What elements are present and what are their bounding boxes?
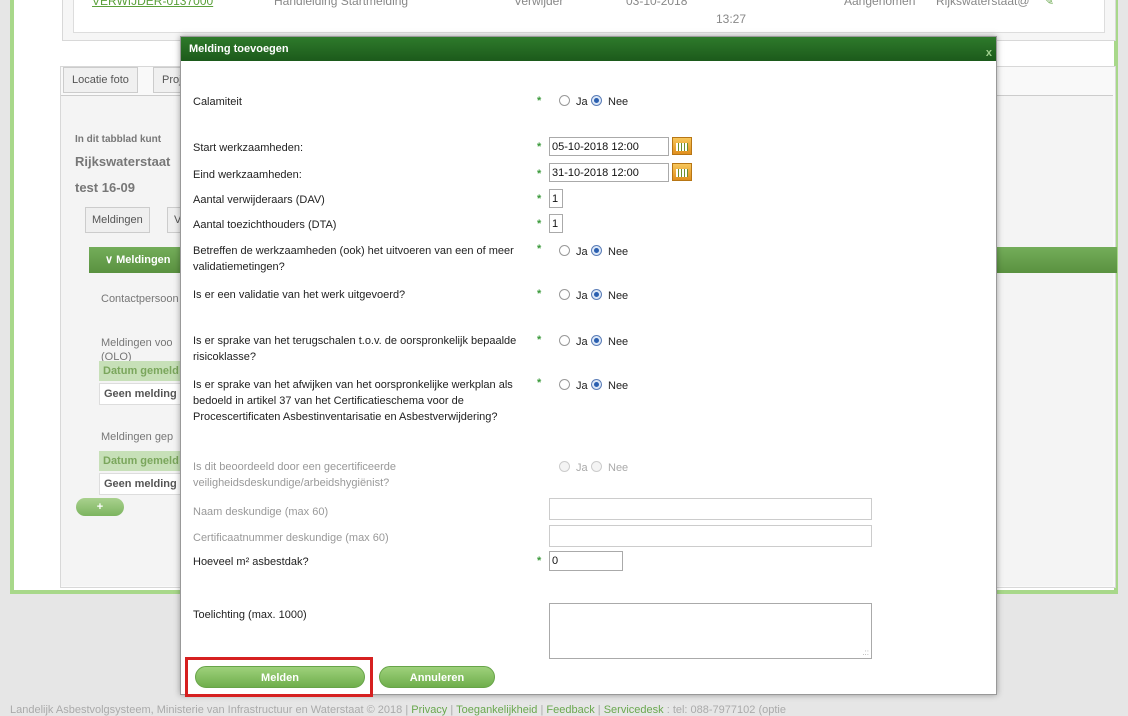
- meldingen-gep-label: Meldingen gep: [101, 431, 174, 443]
- afwijken-ja-label: Ja: [576, 380, 588, 392]
- validatie-nee-label: Nee: [608, 290, 629, 302]
- notification-description: Handleiding Startmelding: [274, 0, 409, 8]
- dialog-title[interactable]: Melding toevoegen x: [181, 37, 996, 61]
- required-marker: *: [537, 288, 542, 300]
- project-name: test 16-09: [75, 180, 135, 195]
- beoordeeld-label: Is dit beoordeeld door een gecertificeer…: [193, 461, 397, 489]
- required-marker: *: [537, 243, 542, 255]
- required-marker: *: [537, 218, 542, 230]
- tab-locatie-foto[interactable]: Locatie foto: [63, 67, 138, 93]
- naam-deskundige-label: Naam deskundige (max 60): [193, 506, 329, 518]
- footer-link-toegankelijkheid[interactable]: Toegankelijkheid: [456, 704, 537, 716]
- beoordeeld-ja-radio[interactable]: [559, 461, 570, 472]
- footer-tail: : tel: 088-7977102 (optie: [666, 704, 786, 716]
- melden-button[interactable]: Melden: [195, 666, 365, 688]
- notification-organisation: Rijkswaterstaat@: [936, 0, 1030, 8]
- certificaat-deskundige-input[interactable]: [549, 525, 872, 547]
- calamiteit-ja-radio[interactable]: [559, 95, 570, 106]
- terugschalen-nee-radio[interactable]: [591, 335, 602, 346]
- start-date-input[interactable]: [549, 137, 669, 156]
- validatie-nee-radio[interactable]: [591, 289, 602, 300]
- toelichting-textarea[interactable]: .::: [549, 603, 872, 659]
- terugschalen-ja-radio[interactable]: [559, 335, 570, 346]
- notification-status: Aangenomen: [844, 0, 916, 8]
- dta-label: Aantal toezichthouders (DTA): [193, 219, 337, 231]
- notification-time: 13:27: [716, 12, 747, 26]
- calendar-icon[interactable]: [672, 163, 692, 181]
- asbestdak-label: Hoeveel m² asbestdak?: [193, 556, 309, 568]
- beoordeeld-nee-radio[interactable]: [591, 461, 602, 472]
- chevron-down-icon: ∨: [105, 254, 117, 266]
- terugschalen-label: Is er sprake van het terugschalen t.o.v.…: [193, 335, 517, 363]
- validatiemetingen-label: Betreffen de werkzaamheden (ook) het uit…: [193, 245, 514, 273]
- dialog-title-text: Melding toevoegen: [189, 43, 289, 55]
- required-marker: *: [537, 377, 542, 389]
- validatie-label: Is er een validatie van het werk uitgevo…: [193, 289, 406, 301]
- subtab-meldingen[interactable]: Meldingen: [85, 207, 150, 233]
- footer-link-servicedesk[interactable]: Servicedesk: [604, 704, 664, 716]
- meldingen-voor-label: Meldingen voo: [101, 337, 173, 349]
- validatiemetingen-ja-label: Ja: [576, 246, 588, 258]
- asbestdak-input[interactable]: [549, 551, 623, 571]
- close-icon[interactable]: x: [986, 41, 992, 65]
- notification-date: 03-10-2018: [626, 0, 688, 8]
- eind-label: Eind werkzaamheden:: [193, 169, 302, 181]
- required-marker: *: [537, 193, 542, 205]
- terugschalen-ja-label: Ja: [576, 336, 588, 348]
- calamiteit-label: Calamiteit: [193, 96, 242, 108]
- footer-text: Landelijk Asbestvolgsysteem, Ministerie …: [10, 704, 412, 716]
- resize-handle-icon[interactable]: .::: [862, 648, 869, 657]
- required-marker: *: [537, 168, 542, 180]
- notification-link[interactable]: VERWIJDER-0137000: [92, 0, 213, 8]
- toelichting-label: Toelichting (max. 1000): [193, 609, 307, 621]
- required-marker: *: [537, 555, 542, 567]
- notification-type: Verwijder: [514, 0, 564, 8]
- end-date-input[interactable]: [549, 163, 669, 182]
- certificaat-deskundige-label: Certificaatnummer deskundige (max 60): [193, 532, 389, 544]
- melding-toevoegen-dialog: Melding toevoegen x Calamiteit * Ja Nee …: [180, 36, 997, 697]
- footer: Landelijk Asbestvolgsysteem, Ministerie …: [10, 704, 786, 716]
- add-button[interactable]: +: [76, 498, 124, 516]
- afwijken-nee-label: Nee: [608, 380, 629, 392]
- annuleren-button[interactable]: Annuleren: [379, 666, 495, 688]
- afwijken-nee-radio[interactable]: [591, 379, 602, 390]
- afwijken-label: Is er sprake van het afwijken van het oo…: [193, 379, 513, 423]
- footer-link-feedback[interactable]: Feedback: [546, 704, 594, 716]
- section-title: Meldingen: [116, 254, 171, 266]
- afwijken-ja-radio[interactable]: [559, 379, 570, 390]
- required-marker: *: [537, 95, 542, 107]
- edit-icon[interactable]: ✎: [1044, 0, 1054, 8]
- notifications-table: VERWIJDER-0137000 Handleiding Startmeldi…: [62, 0, 1116, 41]
- validatiemetingen-ja-radio[interactable]: [559, 245, 570, 256]
- calamiteit-nee-radio[interactable]: [591, 95, 602, 106]
- org-name: Rijkswaterstaat: [75, 154, 171, 169]
- required-marker: *: [537, 141, 542, 153]
- validatiemetingen-nee-label: Nee: [608, 246, 629, 258]
- naam-deskundige-input[interactable]: [549, 498, 872, 520]
- start-label: Start werkzaamheden:: [193, 142, 304, 154]
- calamiteit-nee-label: Nee: [608, 96, 629, 108]
- dav-input[interactable]: [549, 189, 563, 208]
- info-text: In dit tabblad kunt: [75, 134, 162, 145]
- calamiteit-ja-label: Ja: [576, 96, 588, 108]
- validatiemetingen-nee-radio[interactable]: [591, 245, 602, 256]
- beoordeeld-ja-label: Ja: [576, 462, 588, 474]
- table-row: VERWIJDER-0137000 Handleiding Startmeldi…: [73, 0, 1105, 33]
- footer-link-privacy[interactable]: Privacy: [411, 704, 447, 716]
- terugschalen-nee-label: Nee: [608, 336, 629, 348]
- contact-label: Contactpersoon: [101, 293, 179, 305]
- calendar-icon[interactable]: [672, 137, 692, 155]
- required-marker: *: [537, 334, 542, 346]
- dta-input[interactable]: [549, 214, 563, 233]
- dav-label: Aantal verwijderaars (DAV): [193, 194, 325, 206]
- beoordeeld-nee-label: Nee: [608, 462, 629, 474]
- validatie-ja-label: Ja: [576, 290, 588, 302]
- validatie-ja-radio[interactable]: [559, 289, 570, 300]
